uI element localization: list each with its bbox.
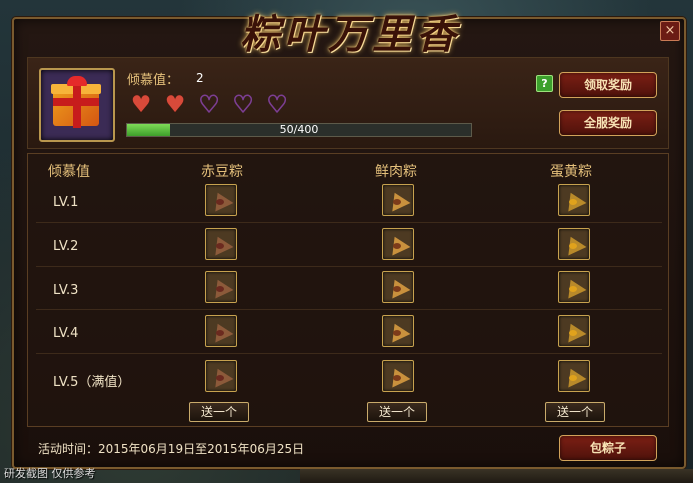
header-affection: 倾慕值 [48,164,90,180]
game-bottom-bar [300,469,693,483]
heart-full-icon: ♥ [130,92,152,118]
egg-yolk-zongzi-icon[interactable] [558,315,590,347]
send-red-bean-button[interactable]: 送一个 [189,402,249,422]
claim-reward-button[interactable]: 领取奖励 [559,72,657,98]
progress-text: 50/400 [279,123,319,136]
egg-yolk-zongzi-icon[interactable] [558,184,590,216]
row-divider [36,353,662,354]
heart-empty-icon: ♥ [266,92,288,118]
affection-progress-bar: 50/400 [126,123,472,137]
level-label: LV.1 [53,195,79,210]
send-fresh-meat-button[interactable]: 送一个 [367,402,427,422]
fresh-meat-zongzi-icon[interactable] [382,271,414,303]
level-label: LV.4 [53,326,79,341]
help-icon[interactable]: ? [536,75,553,92]
dialog-title: 粽叶万里香 [240,11,460,58]
fresh-meat-zongzi-icon[interactable] [382,360,414,392]
row-divider [36,309,662,310]
header-egg-yolk: 蛋黄粽 [550,164,592,180]
heart-full-icon: ♥ [164,92,186,118]
red-bean-zongzi-icon[interactable] [205,271,237,303]
heart-empty-icon: ♥ [232,92,254,118]
red-bean-zongzi-icon[interactable] [205,315,237,347]
affection-hearts: ♥ ♥ ♥ ♥ ♥ [127,92,291,118]
screenshot-watermark: 研发截图 仅供参考 [4,467,96,480]
server-reward-button[interactable]: 全服奖励 [559,110,657,136]
affection-value: 2 [196,71,204,85]
egg-yolk-zongzi-icon[interactable] [558,228,590,260]
egg-yolk-zongzi-icon[interactable] [558,360,590,392]
egg-yolk-zongzi-icon[interactable] [558,271,590,303]
activity-time: 活动时间：2015年06月19日至2015年06月25日 [38,442,305,456]
red-bean-zongzi-icon[interactable] [205,228,237,260]
level-label: LV.5（满值） [53,375,131,390]
fresh-meat-zongzi-icon[interactable] [382,228,414,260]
affection-label: 倾慕值： [127,73,180,88]
close-button[interactable]: × [660,21,680,41]
heart-empty-icon: ♥ [198,92,220,118]
header-red-bean: 赤豆粽 [201,164,243,180]
header-fresh-meat: 鲜肉粽 [375,164,417,180]
fresh-meat-zongzi-icon[interactable] [382,184,414,216]
red-bean-zongzi-icon[interactable] [205,360,237,392]
make-zongzi-button[interactable]: 包粽子 [559,435,657,461]
level-label: LV.2 [53,239,79,254]
red-bean-zongzi-icon[interactable] [205,184,237,216]
row-divider [36,266,662,267]
send-egg-yolk-button[interactable]: 送一个 [545,402,605,422]
fresh-meat-zongzi-icon[interactable] [382,315,414,347]
level-label: LV.3 [53,283,79,298]
gift-box-icon[interactable] [39,68,115,142]
row-divider [36,222,662,223]
